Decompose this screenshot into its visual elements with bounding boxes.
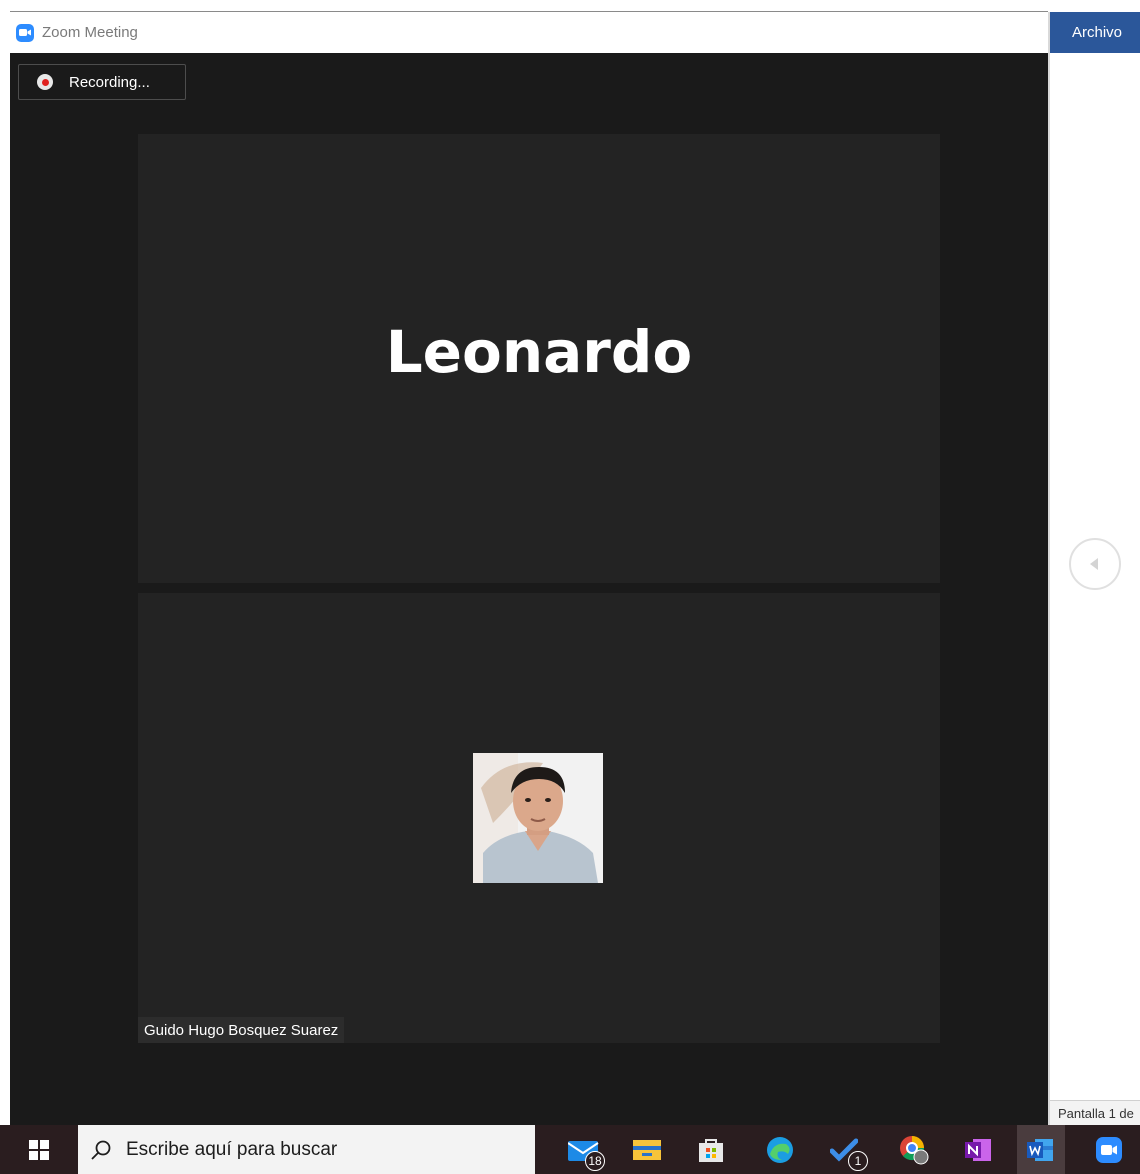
taskbar-app-zoom[interactable]	[1085, 1125, 1133, 1174]
back-arrow-icon	[1090, 558, 1098, 570]
start-button[interactable]	[0, 1125, 78, 1174]
mail-badge: 18	[585, 1151, 605, 1171]
windows-taskbar: Escribe aquí para buscar 18 1	[0, 1125, 1140, 1174]
recording-indicator[interactable]: Recording...	[18, 64, 186, 100]
zoom-logo-icon	[16, 23, 34, 42]
taskbar-app-word[interactable]	[1017, 1125, 1065, 1174]
status-bar-page-count: Pantalla 1 de	[1050, 1100, 1140, 1125]
speaker-name: Leonardo	[385, 317, 693, 386]
taskbar-app-store[interactable]	[687, 1125, 735, 1174]
active-speaker-tile[interactable]: Leonardo	[138, 134, 940, 583]
zoom-window-title: Zoom Meeting	[42, 24, 138, 41]
participant-avatar	[473, 753, 603, 883]
taskbar-app-mail[interactable]: 18	[560, 1125, 608, 1174]
zoom-title-bar[interactable]: Zoom Meeting	[10, 12, 1048, 53]
recording-dot-icon	[37, 74, 53, 90]
chrome-profile-icon	[900, 1135, 929, 1164]
participant-name-tag: Guido Hugo Bosquez Suarez	[138, 1017, 345, 1043]
onenote-icon	[965, 1138, 991, 1161]
taskbar-app-todo[interactable]: 1	[820, 1125, 868, 1174]
taskbar-app-edge[interactable]	[756, 1125, 804, 1174]
participant-tile[interactable]: Guido Hugo Bosquez Suarez	[138, 593, 940, 1043]
store-icon	[699, 1138, 723, 1162]
edge-icon	[767, 1136, 793, 1163]
windows-logo-icon	[29, 1139, 49, 1160]
back-button[interactable]	[1069, 538, 1121, 590]
recording-label: Recording...	[69, 73, 150, 91]
search-icon	[90, 1139, 112, 1161]
taskbar-app-chrome-profile[interactable]	[890, 1125, 938, 1174]
file-explorer-icon	[633, 1139, 661, 1160]
zoom-icon	[1096, 1136, 1122, 1163]
todo-badge: 1	[848, 1151, 868, 1171]
taskbar-app-onenote[interactable]	[955, 1125, 1003, 1174]
search-placeholder: Escribe aquí para buscar	[126, 1138, 338, 1160]
taskbar-search-box[interactable]: Escribe aquí para buscar	[78, 1125, 535, 1174]
word-window: Archivo Pantalla 1 de	[1050, 12, 1140, 1125]
taskbar-app-file-explorer[interactable]	[623, 1125, 671, 1174]
file-tab[interactable]: Archivo	[1050, 12, 1140, 53]
desktop-screen: Zoom Meeting Recording... Leonardo Guido…	[0, 0, 1140, 1174]
word-icon	[1027, 1138, 1053, 1161]
zoom-meeting-window: Zoom Meeting Recording... Leonardo Guido…	[10, 12, 1048, 1125]
